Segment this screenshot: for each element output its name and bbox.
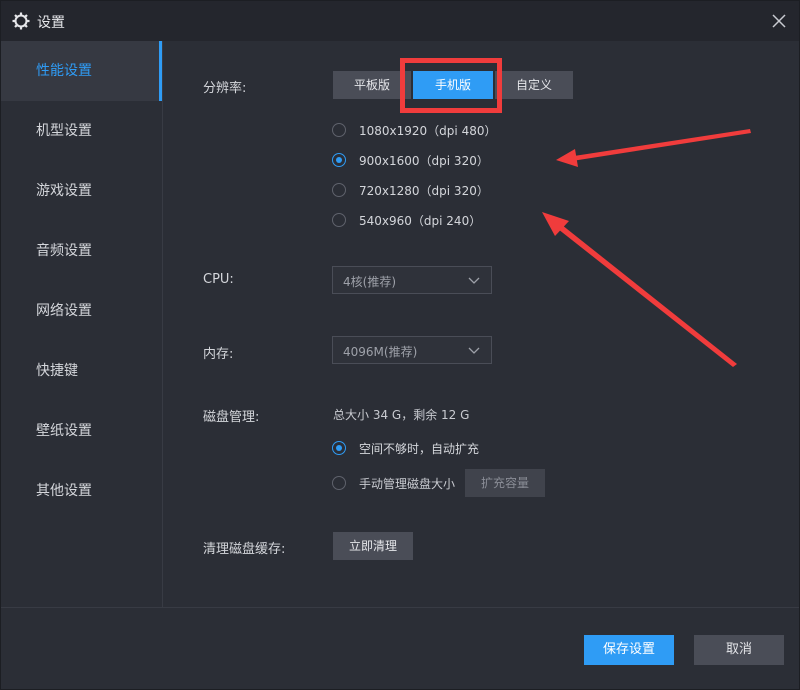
resolution-label: 分辨率: (203, 81, 247, 96)
sidebar-item-device-model[interactable]: 机型设置 (1, 101, 162, 161)
window-title: 设置 (37, 15, 65, 31)
resolution-option-label: 540x960（dpi 240） (359, 214, 482, 228)
settings-window: 设置 性能设置 机型设置 游戏设置 音频设置 网络设置 快捷键 壁纸设置 其他设… (0, 0, 800, 690)
chevron-down-icon (468, 277, 480, 284)
sidebar-item-shortcuts[interactable]: 快捷键 (1, 341, 162, 401)
cpu-select[interactable]: 4核(推荐) (332, 266, 492, 294)
disk-option-label: 手动管理磁盘大小 (359, 477, 456, 491)
close-icon[interactable] (769, 11, 789, 31)
custom-mode-button[interactable]: 自定义 (495, 71, 573, 99)
radio-button[interactable] (332, 476, 346, 490)
footer-divider (1, 607, 799, 608)
disk-size-info: 总大小 34 G，剩余 12 G (333, 408, 470, 422)
expand-capacity-button[interactable]: 扩充容量 (465, 469, 545, 497)
title-bar: 设置 (1, 1, 799, 41)
sidebar-item-wallpaper[interactable]: 壁纸设置 (1, 401, 162, 461)
resolution-option-label: 720x1280（dpi 320） (359, 184, 489, 198)
settings-sidebar: 性能设置 机型设置 游戏设置 音频设置 网络设置 快捷键 壁纸设置 其他设置 (1, 41, 163, 607)
sidebar-item-audio[interactable]: 音频设置 (1, 221, 162, 281)
cpu-select-value: 4核(推荐) (343, 275, 396, 289)
chevron-down-icon (468, 347, 480, 354)
clear-now-button[interactable]: 立即清理 (333, 532, 413, 560)
radio-button-checked[interactable] (332, 153, 346, 167)
memory-select-value: 4096M(推荐) (343, 345, 418, 359)
clear-cache-label: 清理磁盘缓存: (203, 542, 286, 557)
save-settings-button[interactable]: 保存设置 (584, 635, 674, 665)
radio-button-checked[interactable] (332, 441, 346, 455)
radio-button[interactable] (332, 183, 346, 197)
radio-button[interactable] (332, 213, 346, 227)
resolution-option-label: 900x1600（dpi 320） (359, 154, 489, 168)
gear-icon (12, 12, 30, 30)
sidebar-item-other[interactable]: 其他设置 (1, 461, 162, 521)
disk-label: 磁盘管理: (203, 410, 260, 425)
annotation-highlight-box (400, 58, 502, 113)
resolution-option-label: 1080x1920（dpi 480） (359, 124, 497, 138)
memory-label: 内存: (203, 347, 234, 362)
radio-button[interactable] (332, 123, 346, 137)
cpu-label: CPU: (203, 272, 234, 287)
sidebar-item-game[interactable]: 游戏设置 (1, 161, 162, 221)
cancel-button[interactable]: 取消 (694, 635, 784, 665)
sidebar-item-performance[interactable]: 性能设置 (1, 41, 162, 101)
memory-select[interactable]: 4096M(推荐) (332, 336, 492, 364)
disk-option-label: 空间不够时，自动扩充 (359, 442, 480, 456)
sidebar-item-network[interactable]: 网络设置 (1, 281, 162, 341)
